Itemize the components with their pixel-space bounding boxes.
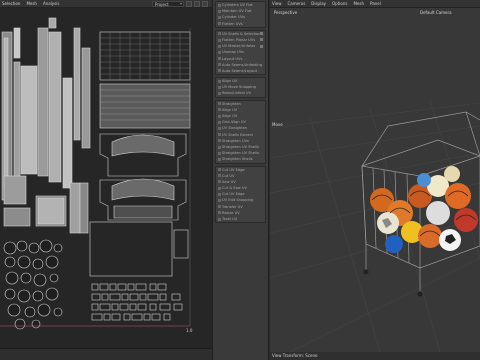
menu-cameras[interactable]: Cameras	[288, 1, 306, 6]
menu-panel[interactable]: Panel	[370, 1, 381, 6]
uv-strip-group-left	[1, 17, 91, 201]
move-label: Move	[272, 122, 283, 127]
menu-view[interactable]: View	[272, 1, 282, 6]
camera-label: Perspective	[274, 10, 298, 15]
tool-section-1: Cylinders UV Flat Maintain UV Flat Cylin…	[215, 1, 266, 28]
menu-mesh[interactable]: Mesh	[353, 1, 364, 6]
tool-item[interactable]: Straighten Shells	[216, 156, 265, 162]
default-camera-label[interactable]: Default Camera	[420, 10, 452, 15]
uv-toolbar-icons	[186, 1, 208, 7]
uv-space-dropdown[interactable]: Project	[152, 1, 184, 7]
uv-layout-graphic	[0, 17, 191, 330]
tool-item[interactable]: Auto Seams/Layout	[216, 68, 265, 74]
uv-corner-label: 1.0	[186, 328, 193, 333]
uv-editor-canvas[interactable]: 1.0	[0, 8, 212, 348]
tool-item[interactable]: Flatten UVs	[216, 21, 265, 27]
tool-section-2: UV Shells & Selections Flatten Planar UV…	[215, 29, 266, 76]
perspective-viewport[interactable]: Perspective Default Camera Move	[270, 8, 480, 352]
settings-icon[interactable]	[202, 1, 208, 7]
menu-selection[interactable]: Selection	[2, 1, 20, 6]
tool-item[interactable]: Relax/Unfold UV	[216, 90, 265, 96]
viewport-footer: View Transform: Scene	[270, 352, 480, 360]
uv-toolkit-panel: Cylinders UV Flat Maintain UV Flat Cylin…	[212, 0, 269, 360]
tool-section-4: Straighten Align UV Align UV Grid Align …	[215, 99, 266, 164]
menu-analysis[interactable]: Analysis	[43, 1, 59, 6]
tool-section-5: Cut UV Edge Cut UV Sew UV Cut & Sew UV C…	[215, 165, 266, 224]
grid-icon[interactable]	[186, 1, 192, 7]
basket-of-balls-render	[270, 99, 480, 352]
uv-editor-footer	[0, 348, 212, 360]
snap-icon[interactable]	[194, 1, 200, 7]
menu-options[interactable]: Options	[332, 1, 347, 6]
tool-item[interactable]: Texel UV	[216, 216, 265, 222]
tool-section-3: Align UV UV Move Snapping Relax/Unfold U…	[215, 77, 266, 98]
menu-mesh[interactable]: Mesh	[26, 1, 37, 6]
menu-display[interactable]: Display	[311, 1, 326, 6]
viewport-menubar: View Cameras Display Options Mesh Panel	[270, 0, 480, 8]
